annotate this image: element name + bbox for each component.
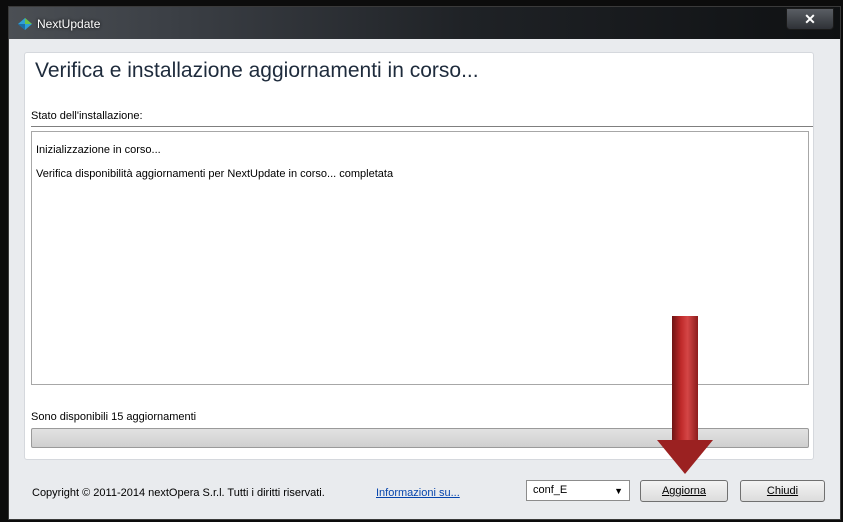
nextupdate-app-icon (17, 16, 33, 32)
down-arrow-annotation-head (657, 440, 713, 474)
window-title: NextUpdate (37, 17, 101, 31)
log-line: Verifica disponibilità aggiornamenti per… (36, 168, 394, 180)
update-button-label: Aggiorna (661, 485, 707, 497)
installation-status-label: Stato dell'installazione: (31, 110, 143, 122)
window-background (9, 39, 840, 53)
chevron-down-icon[interactable]: ▼ (614, 486, 623, 496)
updates-available-status: Sono disponibili 15 aggiornamenti (31, 411, 197, 423)
info-link[interactable]: Informazioni su... (376, 487, 460, 499)
title-bar[interactable]: NextUpdate ✕ (9, 7, 840, 39)
section-divider (31, 126, 813, 127)
config-select-value: conf_E (533, 484, 568, 496)
log-line: Inizializzazione in corso... (36, 144, 161, 156)
close-button-label: Chiudi (766, 485, 799, 497)
window-close-button[interactable]: ✕ (786, 8, 834, 30)
copyright-text: Copyright © 2011-2014 nextOpera S.r.l. T… (32, 487, 325, 499)
close-button[interactable]: Chiudi (740, 480, 825, 502)
down-arrow-annotation-shaft (672, 316, 698, 442)
update-button[interactable]: Aggiorna (640, 480, 728, 502)
page-title: Verifica e installazione aggiornamenti i… (35, 59, 479, 82)
config-select[interactable]: conf_E ▼ (526, 480, 630, 501)
